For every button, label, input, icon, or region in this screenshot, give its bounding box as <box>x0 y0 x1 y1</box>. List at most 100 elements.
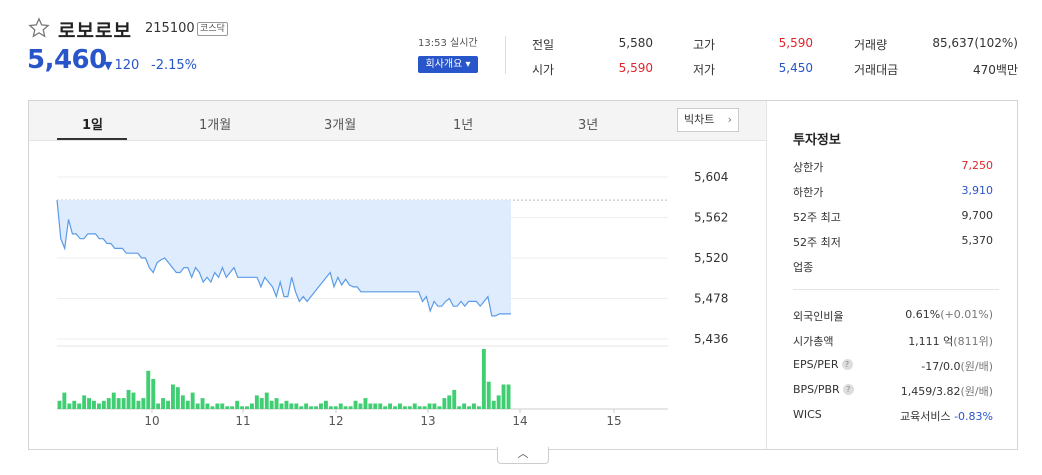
volume-bar <box>126 389 131 409</box>
volume-bar <box>264 392 269 409</box>
stock-code: 215100 <box>145 21 195 36</box>
volume-bar <box>146 370 151 409</box>
chevron-right-icon: › <box>727 113 732 126</box>
volume-bar <box>240 406 244 409</box>
volume-bar <box>402 406 407 409</box>
volume-bar <box>111 392 116 409</box>
volume-bar <box>190 392 195 409</box>
volume-bar <box>481 349 486 409</box>
volume-bar <box>72 400 77 409</box>
volume-bar <box>245 406 249 409</box>
volume-bar <box>171 384 175 409</box>
volume-value: 85,637(102%) <box>932 36 1018 50</box>
realtime-time: 13:53 실시간 <box>418 38 478 49</box>
stock-widget: 로보로보 215100 코스닥 5,460 ▼ 120 -2.15% 13:53 … <box>0 0 1042 475</box>
volume-bar <box>447 395 452 409</box>
volume-bar <box>121 398 126 409</box>
volume-bar <box>156 403 161 409</box>
volume-bar <box>309 406 314 409</box>
market-badge: 코스닥 <box>197 22 228 36</box>
volume-bar <box>368 403 373 409</box>
volume-bar <box>393 406 397 409</box>
volume-bar <box>230 406 235 409</box>
volume-bar <box>472 403 476 409</box>
volume-bar <box>151 379 156 409</box>
volume-bar <box>496 395 501 409</box>
volume-bar <box>299 406 304 409</box>
low-value: 5,450 <box>778 61 813 75</box>
volume-bar <box>279 403 284 409</box>
tab-1year[interactable]: 1년 <box>453 114 473 133</box>
volume-bar <box>383 406 388 409</box>
volume-bar <box>57 400 62 409</box>
volume-bar <box>67 403 72 409</box>
down-arrow-icon: ▼ <box>104 59 113 72</box>
tab-1day[interactable]: 1일 <box>82 114 103 133</box>
period-tabs: 1일 1개월 3개월 1년 3년 빅차트 › <box>29 101 766 141</box>
price-tick-label: 5,604 <box>694 170 728 184</box>
volume-bar <box>220 403 225 409</box>
volume-bar <box>477 406 481 409</box>
collapse-button[interactable]: ︿ <box>497 447 549 464</box>
volume-bar <box>250 403 254 409</box>
intraday-chart: 5,604 5,562 5,520 5,478 5,436 10 11 12 13 14 15 <box>56 170 728 428</box>
volume-bar <box>442 398 447 409</box>
price-tick-label: 5,520 <box>694 251 728 265</box>
volume-bar <box>462 403 467 409</box>
volume-bar <box>398 403 402 409</box>
x-tick-label: 14 <box>512 414 527 428</box>
volume-bar <box>274 398 279 409</box>
volume-bar <box>437 406 442 409</box>
amount-label: 거래대금 <box>854 63 899 77</box>
low-label: 저가 <box>693 63 716 77</box>
volume-bar <box>491 400 496 409</box>
stock-name[interactable]: 로보로보 <box>58 16 132 43</box>
volume-bar <box>116 398 121 409</box>
help-icon[interactable]: ? <box>842 384 854 395</box>
volume-bar <box>314 406 318 409</box>
tab-3month[interactable]: 3개월 <box>324 114 356 133</box>
volume-bar <box>358 403 363 409</box>
volume-label: 거래량 <box>854 38 888 52</box>
volume-bar <box>180 395 185 409</box>
volume-bar <box>294 403 299 409</box>
volume-bar <box>324 400 328 409</box>
divider <box>793 289 999 290</box>
divider <box>766 101 767 449</box>
volume-bar <box>92 400 96 409</box>
volume-bar <box>304 403 309 409</box>
volume-bar <box>432 403 437 409</box>
volume-bar <box>328 406 333 409</box>
change-amount: 120 <box>114 58 140 73</box>
chevron-up-icon: ︿ <box>517 447 529 460</box>
change-rate: -2.15% <box>151 58 197 73</box>
tab-1month[interactable]: 1개월 <box>199 114 231 133</box>
high-label: 고가 <box>693 38 716 52</box>
volume-bar <box>269 400 274 409</box>
volume-bar <box>175 387 180 409</box>
volume-bar <box>506 384 511 409</box>
price-tick-label: 5,478 <box>694 292 728 306</box>
volume-bar <box>289 403 294 409</box>
volume-bar <box>195 403 200 409</box>
x-tick-label: 11 <box>235 414 250 428</box>
price-tick-label: 5,562 <box>694 211 728 225</box>
chart-panel: 1일 1개월 3개월 1년 3년 빅차트 › 5,604 5,562 5,520 5,… <box>28 100 1018 450</box>
current-price: 5,460 <box>27 45 107 75</box>
company-overview-button[interactable]: 회사개요 ▾ <box>418 56 478 73</box>
volume-bar <box>82 395 87 409</box>
volume-bar <box>457 406 462 409</box>
x-tick-label: 10 <box>144 414 159 428</box>
volume-bar <box>77 403 82 409</box>
volume-bar <box>259 398 264 409</box>
help-icon[interactable]: ? <box>841 359 853 370</box>
volume-bar <box>205 403 210 409</box>
volume-bar <box>363 398 368 409</box>
star-icon[interactable] <box>28 17 50 39</box>
active-tab-indicator <box>57 138 127 140</box>
amount-value: 470백만 <box>973 63 1018 77</box>
volume-bar <box>141 398 146 409</box>
tab-3year[interactable]: 3년 <box>578 114 598 133</box>
big-chart-button[interactable]: 빅차트 › <box>677 108 739 132</box>
volume-bar <box>161 398 165 409</box>
